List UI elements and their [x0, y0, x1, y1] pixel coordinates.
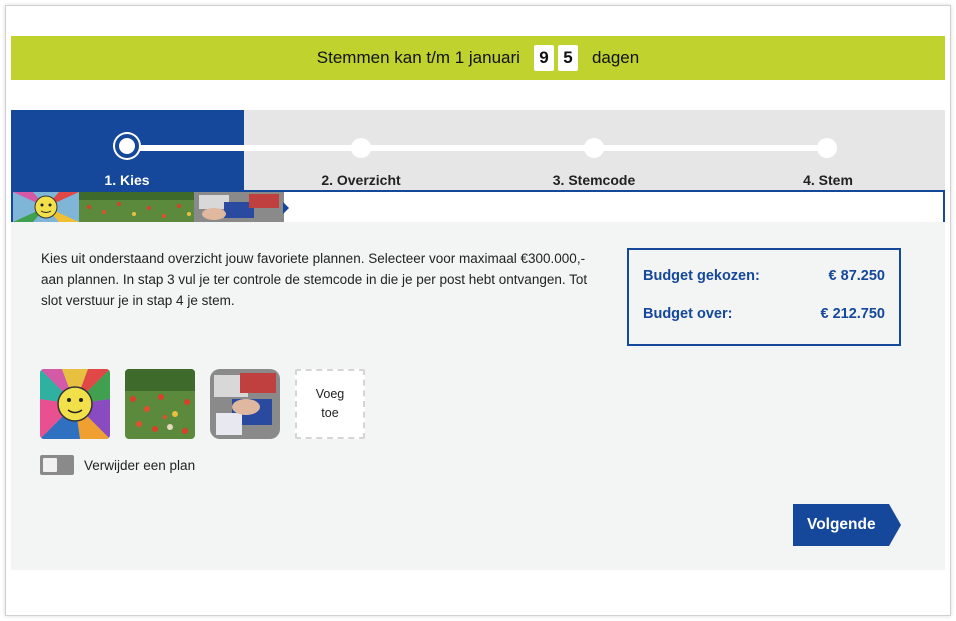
budget-chosen-row: Budget gekozen: € 87.250: [643, 268, 885, 284]
progress-line: [127, 145, 827, 151]
budget-left-value: € 212.750: [820, 306, 885, 322]
step-label-stemcode: 3. Stemcode: [552, 172, 636, 188]
step-progress: 1. Kies 2. Overzicht 3. Stemcode 4. Stem: [11, 110, 945, 190]
remove-plan-toggle[interactable]: [40, 455, 74, 475]
selected-plans-list: Voeg toe: [40, 369, 380, 439]
days-counter: 9 5: [533, 45, 578, 71]
budget-chosen-label: Budget gekozen:: [643, 268, 760, 284]
selected-plans-strip: [11, 190, 945, 224]
sun-drawing-image: [40, 369, 110, 439]
budget-left-row: Budget over: € 212.750: [643, 306, 885, 322]
flower-field-image: [125, 369, 195, 439]
days-unit: dagen: [591, 48, 640, 67]
content-panel: Kies uit onderstaand overzicht jouw favo…: [11, 222, 945, 570]
step-marker: [584, 138, 604, 158]
plan-thumbnail[interactable]: [40, 369, 110, 439]
deadline-text: Stemmen kan t/m 1 januari: [316, 48, 520, 67]
days-digit: 5: [557, 45, 578, 71]
plan-thumbnail[interactable]: [125, 369, 195, 439]
next-button[interactable]: Volgende: [793, 504, 889, 546]
instructions-text: Kies uit onderstaand overzicht jouw favo…: [41, 251, 588, 308]
add-plan-label: Voeg: [315, 387, 345, 401]
step-marker-active: [115, 134, 139, 158]
clothes-pile-image: [210, 369, 280, 439]
strip-arrow-icon: [283, 202, 289, 214]
days-digit: 9: [533, 45, 554, 71]
remove-plan-toggle-row: Verwijder een plan: [40, 455, 195, 475]
step-label-overzicht: 2. Overzicht: [321, 172, 401, 188]
step-marker: [817, 138, 837, 158]
sun-drawing-image: [13, 192, 79, 222]
budget-box: Budget gekozen: € 87.250 Budget over: € …: [627, 248, 901, 346]
add-plan-button[interactable]: Voeg toe: [295, 369, 365, 439]
step-label-stem: 4. Stem: [803, 172, 853, 188]
add-plan-label: toe: [321, 406, 339, 420]
toggle-knob: [43, 458, 57, 472]
remove-plan-label: Verwijder een plan: [84, 457, 196, 473]
flower-field-image: [79, 192, 194, 222]
budget-left-label: Budget over:: [643, 306, 733, 322]
clothes-pile-image: [194, 192, 284, 222]
step-label-kies: 1. Kies: [104, 172, 150, 188]
budget-chosen-value: € 87.250: [828, 268, 885, 284]
step-marker: [351, 138, 371, 158]
deadline-banner: Stemmen kan t/m 1 januari 9 5 dagen: [11, 36, 945, 80]
next-arrow-icon[interactable]: [889, 504, 901, 546]
plan-thumbnail[interactable]: [210, 369, 280, 439]
